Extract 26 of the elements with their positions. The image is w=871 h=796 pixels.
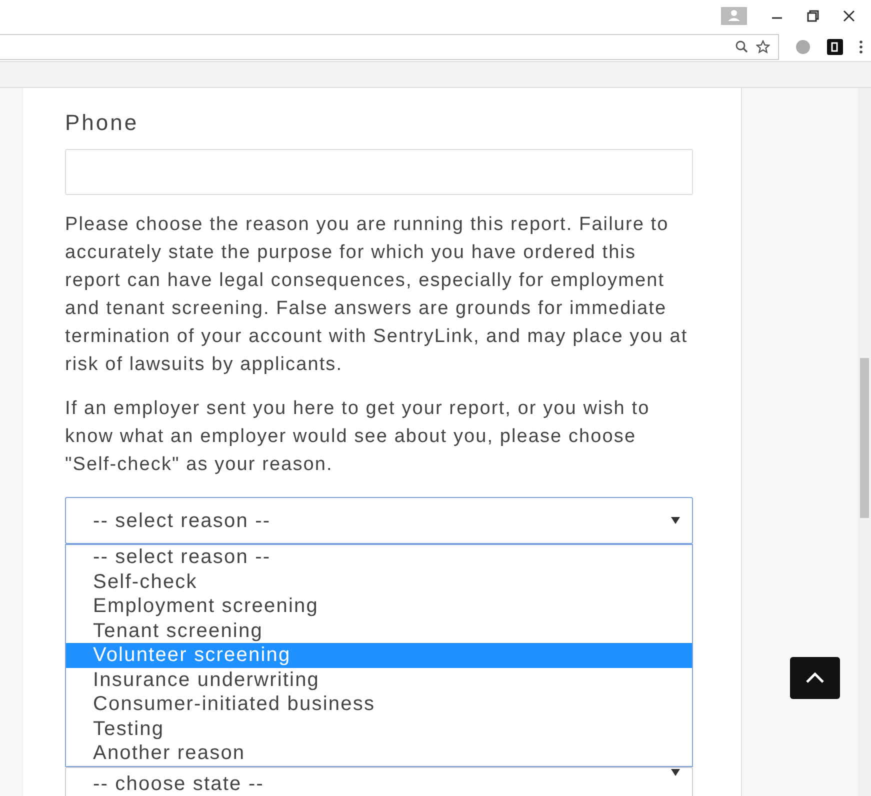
dropdown-option[interactable]: Insurance underwriting [66, 668, 692, 692]
chevron-up-icon [805, 672, 825, 684]
scrollbar[interactable] [858, 88, 871, 796]
menu-icon[interactable] [859, 40, 863, 54]
dropdown-option[interactable]: Tenant screening [66, 618, 692, 643]
dropdown-option[interactable]: Employment screening [66, 594, 692, 618]
back-to-top-button[interactable] [790, 657, 840, 699]
caret-icon [671, 768, 680, 776]
zoom-icon[interactable] [735, 40, 748, 53]
field-label: Phone [65, 109, 140, 137]
dropdown-option[interactable]: -- select reason -- [66, 545, 692, 570]
restore-icon[interactable] [807, 10, 819, 22]
state-select[interactable]: -- choose state -- [65, 766, 693, 796]
dropdown-option[interactable]: Self-check [66, 570, 692, 594]
caret-icon [671, 517, 680, 524]
star-icon[interactable] [756, 40, 770, 54]
scrollbar-thumb[interactable] [860, 358, 869, 518]
extension-icon[interactable] [827, 38, 843, 54]
dropdown-option[interactable]: Consumer-initiated business [66, 692, 692, 716]
close-icon[interactable] [843, 10, 855, 22]
phone-field[interactable] [65, 149, 693, 195]
dropdown-option[interactable]: Another reason [66, 741, 692, 766]
instructions-text: Please choose the reason you are running this report. Failure to accurately state the purpose for which you have ordered this report can have legal consequences, especially for employment and tenant screening. False answers are grounds for immediate termination of your account with SentryLink, and may place you at risk of lawsuits by applicants. [65, 213, 689, 377]
instructions-text: If an employer sent you here to get your report, or you wish to know what an employer would see about you, please choose "Self-check" as your reason. [65, 397, 651, 477]
reason-select[interactable]: -- select reason -- [65, 497, 693, 544]
dropdown-option[interactable]: Testing [66, 716, 692, 741]
